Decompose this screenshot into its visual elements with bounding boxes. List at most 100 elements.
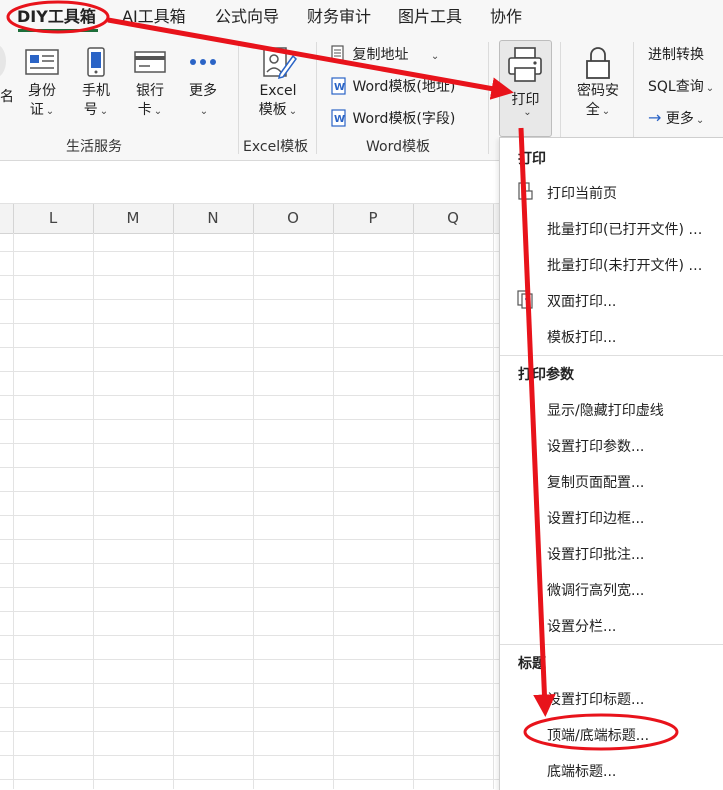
word-template-field-label: Word模板(字段) [352,111,456,127]
password-label-2: 全 [585,102,600,118]
menu-item-set-title[interactable]: 设置打印标题... [547,689,644,709]
partial-button-label[interactable]: 名 [0,88,14,106]
word-template-address-button[interactable]: W Word模板(地址) [330,77,455,96]
menu-item-template-print[interactable]: 模板打印... [547,327,616,347]
group-label-excel-template: Excel模板 [243,139,309,155]
partial-icon [0,44,6,78]
excel-template-label-1: Excel [259,83,297,99]
phone-icon [87,47,105,77]
copy-doc-icon [331,45,344,61]
column-header-q[interactable]: Q [413,204,493,233]
menu-item-print-current[interactable]: 打印当前页 [547,183,617,203]
menu-item-set-columns[interactable]: 设置分栏... [547,616,616,636]
id-card-icon [25,49,59,75]
chevron-down-icon: ⌄ [601,106,611,117]
tab-collaborate[interactable]: 协作 [490,7,522,27]
bank-card-button[interactable]: 银行 卡 ⌄ [128,46,172,121]
column-header-n[interactable]: N [173,204,253,233]
column-header-l[interactable]: L [13,204,93,233]
password-security-button[interactable]: 密码安 全 ⌄ [570,46,626,121]
menu-header-params: 打印参数 [518,367,574,383]
excel-template-button[interactable]: Excel 模板 ⌄ [252,46,304,121]
menu-item-set-comment[interactable]: 设置打印批注... [547,544,644,564]
print-dropdown-menu: 打印 打印当前页 批量打印(已打开文件) … 批量打印(未打开文件) … 双面打… [499,137,723,790]
word-template-address-label: Word模板(地址) [352,79,456,95]
lock-icon [586,47,610,79]
menu-item-top-bottom-title[interactable]: 顶端/底端标题... [547,725,649,745]
tab-diy-toolbox[interactable]: DIY工具箱 [17,7,96,27]
more2-button[interactable]: → 更多 ⌄ [648,109,704,130]
arrow-right-icon: → [648,108,662,127]
menu-header-title: 标题 [518,656,546,672]
tab-image-tools[interactable]: 图片工具 [398,7,462,27]
group-separator [238,42,239,154]
chevron-down-icon: ⌄ [523,107,532,118]
more-button[interactable]: 更多 ⌄ [183,46,223,121]
chevron-down-icon: ⌄ [199,106,209,117]
chevron-down-icon: ⌄ [45,106,55,117]
chevron-down-icon: ⌄ [695,115,705,126]
word-doc-icon: W [331,77,346,95]
chevron-down-icon: ⌄ [99,106,109,117]
column-header-m[interactable]: M [93,204,173,233]
sql-query-button[interactable]: SQL查询 ⌄ [648,78,714,98]
copy-address-button[interactable]: 复制地址 ⌄ [330,45,439,66]
menu-item-batch-open[interactable]: 批量打印(已打开文件) … [547,219,702,239]
chevron-down-icon: ⌄ [288,106,298,117]
base-convert-button[interactable]: 进制转换 [648,46,704,64]
more-label: 更多 [189,83,217,99]
tab-formula-wizard[interactable]: 公式向导 [215,7,279,27]
menu-item-fine-tune[interactable]: 微调行高列宽... [547,580,644,600]
menu-item-batch-closed[interactable]: 批量打印(未打开文件) … [547,255,702,275]
phone-label-1: 手机 [82,83,110,99]
menu-divider [500,355,723,356]
word-doc-icon: W [331,109,346,127]
menu-item-set-params[interactable]: 设置打印参数... [547,436,644,456]
more-dots-icon [190,59,216,65]
svg-text:W: W [334,114,345,125]
active-tab-indicator [18,29,98,32]
id-card-label-2: 证 [29,102,44,118]
menu-header-print: 打印 [518,151,546,167]
group-separator [488,42,489,154]
bank-card-label-2: 卡 [137,102,152,118]
bank-card-icon [134,51,166,73]
svg-text:W: W [334,82,345,93]
sql-query-label: SQL查询 [648,79,704,95]
menu-item-set-border[interactable]: 设置打印边框... [547,508,644,528]
chevron-down-icon: ⌄ [153,106,163,117]
tab-bar: DIY工具箱 AI工具箱 公式向导 财务审计 图片工具 协作 [0,0,723,36]
tab-ai-toolbox[interactable]: AI工具箱 [122,7,186,27]
group-label-word-template: Word模板 [366,139,430,155]
id-card-label-1: 身份 [28,83,56,99]
phone-label-2: 号 [83,102,98,118]
print-button[interactable]: 打印 ⌄ [499,40,552,137]
column-divider [493,204,494,233]
excel-template-label-2: 模板 [258,102,287,118]
menu-item-bottom-title[interactable]: 底端标题... [547,761,616,781]
chevron-down-icon: ⌄ [705,83,715,94]
copy-address-label: 复制地址 [352,47,409,63]
column-header-p[interactable]: P [333,204,413,233]
printer-icon [508,47,542,82]
menu-divider [500,644,723,645]
pencil-doc-icon [263,47,297,80]
menu-item-toggle-lines[interactable]: 显示/隐藏打印虚线 [547,400,664,420]
group-separator [316,42,317,154]
tab-finance-audit[interactable]: 财务审计 [307,7,371,27]
page-print-icon [518,182,533,200]
print-label: 打印 [511,92,540,108]
menu-item-copy-page[interactable]: 复制页面配置... [547,472,644,492]
phone-button[interactable]: 手机 号 ⌄ [76,46,116,121]
word-template-field-button[interactable]: W Word模板(字段) [330,109,455,128]
column-header-o[interactable]: O [253,204,333,233]
bank-card-label-1: 银行 [136,83,164,99]
chevron-down-icon: ⌄ [430,51,440,62]
cell-grid[interactable] [0,233,500,789]
group-label-life-services: 生活服务 [66,139,122,155]
duplex-print-icon [517,290,533,309]
id-card-button[interactable]: 身份 证 ⌄ [20,46,64,121]
password-label-1: 密码安 [577,83,619,99]
menu-item-duplex[interactable]: 双面打印... [547,291,616,311]
more2-label: 更多 [665,111,694,127]
